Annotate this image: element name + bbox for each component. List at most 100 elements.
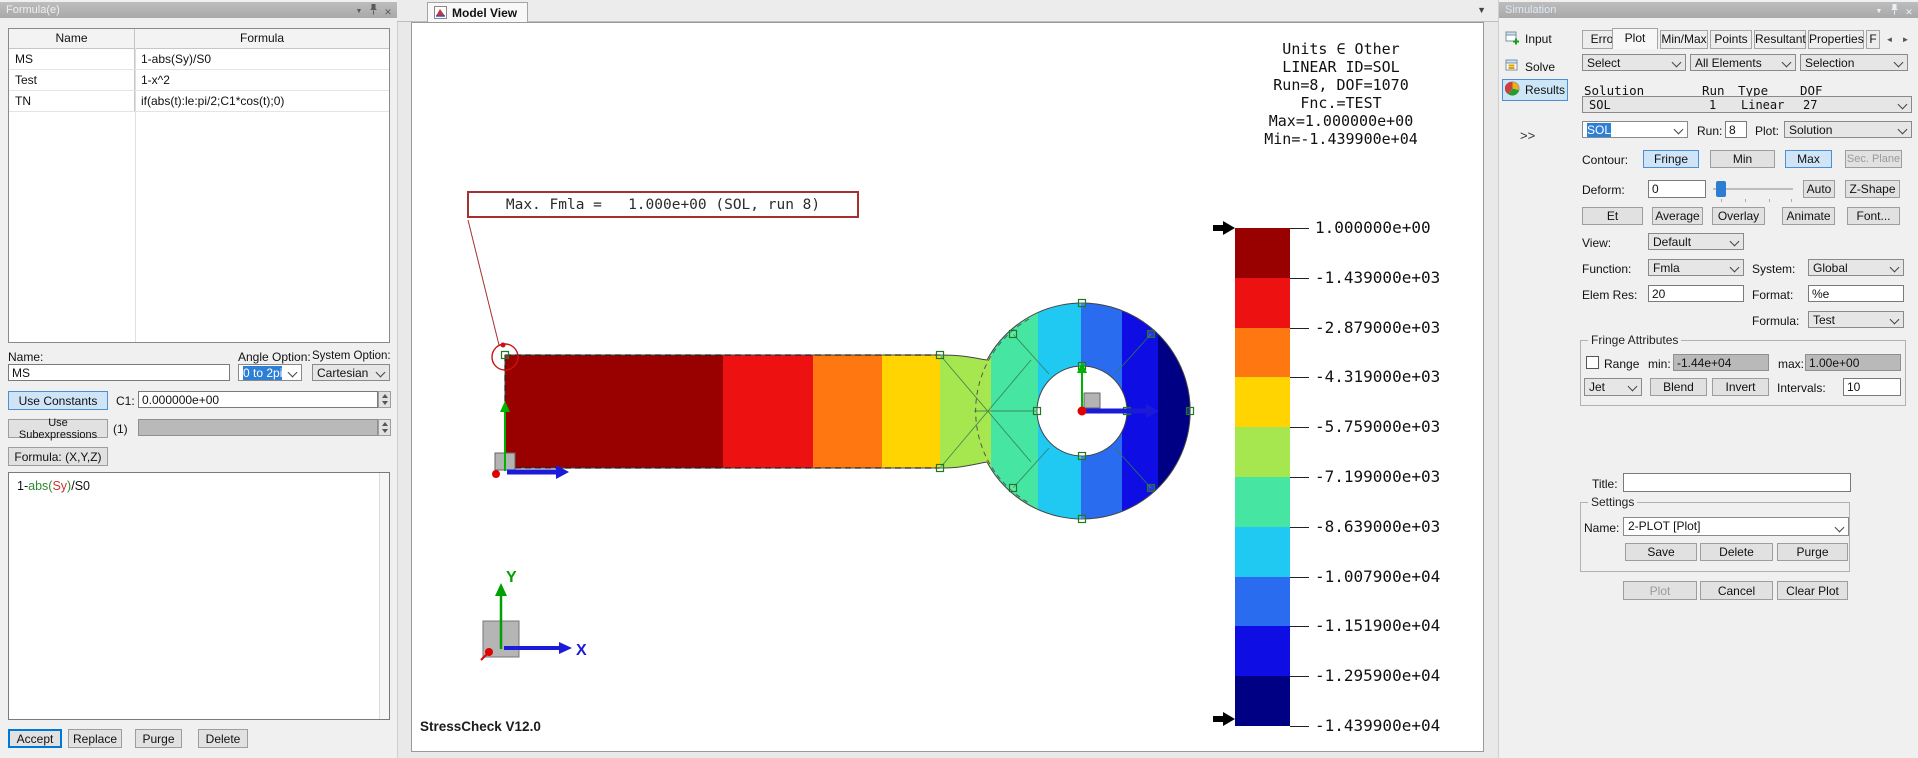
et-button[interactable]: Et <box>1582 207 1643 225</box>
pin-icon[interactable] <box>367 4 379 20</box>
slider-thumb[interactable] <box>1716 181 1726 197</box>
tab-overflow[interactable]: F <box>1866 30 1880 49</box>
selection-combo[interactable]: Selection <box>1800 54 1908 71</box>
system-combo[interactable]: Global <box>1808 259 1904 276</box>
c1-label: C1: <box>116 394 135 408</box>
intervals-value: 10 <box>1847 380 1860 394</box>
solution-row-combo[interactable]: SOL 1 Linear 27 <box>1582 96 1912 113</box>
use-constants-button[interactable]: Use Constants <box>8 391 108 410</box>
editor-scrollbar[interactable] <box>379 473 389 719</box>
elem-res-input[interactable]: 20 <box>1648 285 1744 302</box>
invert-button[interactable]: Invert <box>1712 378 1769 396</box>
results-nav-button[interactable]: Results <box>1502 79 1568 101</box>
solve-nav-button[interactable]: Solve <box>1503 57 1566 76</box>
close-icon[interactable]: ✕ <box>382 4 394 20</box>
c1-spinner[interactable] <box>378 391 391 408</box>
settings-group <box>1580 502 1850 572</box>
cell-formula[interactable]: if(abs(t):le:pi/2;C1*cos(t);0) <box>135 91 389 111</box>
deform-input[interactable]: 0 <box>1648 180 1706 198</box>
tab-resultant[interactable]: Resultant <box>1754 30 1806 49</box>
min-button[interactable]: Min <box>1710 150 1775 168</box>
settings-purge-button[interactable]: Purge <box>1777 543 1848 561</box>
table-row[interactable]: MS 1-abs(Sy)/S0 <box>9 49 389 70</box>
cell-name[interactable]: Test <box>9 70 135 90</box>
table-row[interactable]: Test 1-x^2 <box>9 70 389 91</box>
tab-scroll-right-icon[interactable]: ► <box>1898 33 1913 47</box>
tab-list-dropdown-icon[interactable]: ▼ <box>1477 5 1486 15</box>
formula-combo[interactable]: Test <box>1808 311 1904 328</box>
legend-label: -1.007900e+04 <box>1315 567 1440 586</box>
model-view-tab-icon <box>434 6 447 19</box>
animate-button[interactable]: Animate <box>1782 207 1835 225</box>
range-checkbox[interactable] <box>1586 356 1599 369</box>
cell-name[interactable]: MS <box>9 49 135 69</box>
settings-delete-button[interactable]: Delete <box>1700 543 1773 561</box>
clear-plot-button[interactable]: Clear Plot <box>1777 581 1848 600</box>
blend-button[interactable]: Blend <box>1650 378 1707 396</box>
angle-option-combo[interactable]: 0 to 2pi <box>238 364 302 381</box>
all-elements-combo[interactable]: All Elements <box>1690 54 1796 71</box>
plot-type-combo[interactable]: Solution <box>1784 121 1912 138</box>
purge-button[interactable]: Purge <box>135 729 182 748</box>
cell-formula[interactable]: 1-abs(Sy)/S0 <box>135 49 389 69</box>
intervals-input[interactable]: 10 <box>1843 378 1901 396</box>
replace-button[interactable]: Replace <box>68 729 122 748</box>
deform-slider[interactable] <box>1713 181 1793 203</box>
cell-name[interactable]: TN <box>9 91 135 111</box>
legend-label: -8.639000e+03 <box>1315 517 1440 536</box>
panel-menu-icon[interactable]: ▼ <box>353 4 365 20</box>
average-button[interactable]: Average <box>1652 207 1703 225</box>
pin-icon[interactable] <box>1888 4 1900 20</box>
auto-button[interactable]: Auto <box>1803 180 1835 198</box>
subexpression-spinner[interactable] <box>378 419 391 436</box>
chevron-down-icon <box>1730 263 1740 273</box>
delete-button[interactable]: Delete <box>198 729 248 748</box>
plot-title-input[interactable] <box>1623 473 1851 492</box>
tab-properties[interactable]: Properties <box>1808 30 1864 49</box>
column-header-formula[interactable]: Formula <box>135 29 389 48</box>
legend-tick <box>1290 377 1309 378</box>
c1-input[interactable]: 0.000000e+00 <box>138 391 378 408</box>
fringe-button[interactable]: Fringe <box>1643 150 1699 168</box>
sol-combo[interactable]: SOL <box>1582 121 1688 138</box>
formula-xyz-button[interactable]: Formula: (X,Y,Z) <box>8 447 108 466</box>
tab-plot[interactable]: Plot <box>1612 28 1658 49</box>
format-input[interactable]: %e <box>1808 285 1904 302</box>
view-value: Default <box>1653 235 1691 249</box>
panel-menu-icon[interactable]: ▼ <box>1873 4 1885 20</box>
cancel-button[interactable]: Cancel <box>1700 581 1773 600</box>
overlay-button[interactable]: Overlay <box>1712 207 1765 225</box>
save-button[interactable]: Save <box>1625 543 1697 561</box>
table-row[interactable]: TN if(abs(t):le:pi/2;C1*cos(t);0) <box>9 91 389 112</box>
deform-value: 0 <box>1652 182 1659 196</box>
accept-button[interactable]: Accept <box>8 729 62 748</box>
legend-tick <box>1290 427 1309 428</box>
system-option-combo[interactable]: Cartesian <box>312 364 390 381</box>
x-axis-label: X <box>576 642 587 659</box>
formula-editor[interactable]: 1-abs(Sy)/S0 <box>8 472 390 720</box>
colormap-combo[interactable]: Jet <box>1584 378 1642 396</box>
chevron-down-icon <box>1894 58 1904 68</box>
tab-model-view[interactable]: Model View <box>427 2 528 22</box>
max-button[interactable]: Max <box>1785 150 1832 168</box>
column-header-name[interactable]: Name <box>9 29 135 48</box>
tab-points[interactable]: Points <box>1710 30 1752 49</box>
tab-minmax[interactable]: Min/Max <box>1660 30 1708 49</box>
tab-scroll-left-icon[interactable]: ◄ <box>1882 33 1897 47</box>
close-icon[interactable]: ✕ <box>1903 4 1915 20</box>
fringe-max-input: 1.00e+00 <box>1805 354 1901 371</box>
z-shape-button[interactable]: Z-Shape <box>1845 180 1900 198</box>
input-nav-button[interactable]: Input <box>1503 29 1566 48</box>
legend-band <box>1235 626 1290 676</box>
selection-handle <box>1034 408 1041 415</box>
function-combo[interactable]: Fmla <box>1648 259 1744 276</box>
expand-nav-button[interactable]: >> <box>1520 128 1535 143</box>
view-combo[interactable]: Default <box>1648 233 1744 250</box>
settings-name-combo[interactable]: 2-PLOT [Plot] <box>1623 517 1849 536</box>
formula-name-input[interactable]: MS <box>8 364 230 381</box>
run-input[interactable]: 8 <box>1725 121 1747 138</box>
use-subexpressions-button[interactable]: Use Subexpressions <box>8 419 108 438</box>
cell-formula[interactable]: 1-x^2 <box>135 70 389 90</box>
font-button[interactable]: Font... <box>1847 207 1900 225</box>
select-combo[interactable]: Select <box>1582 54 1686 71</box>
